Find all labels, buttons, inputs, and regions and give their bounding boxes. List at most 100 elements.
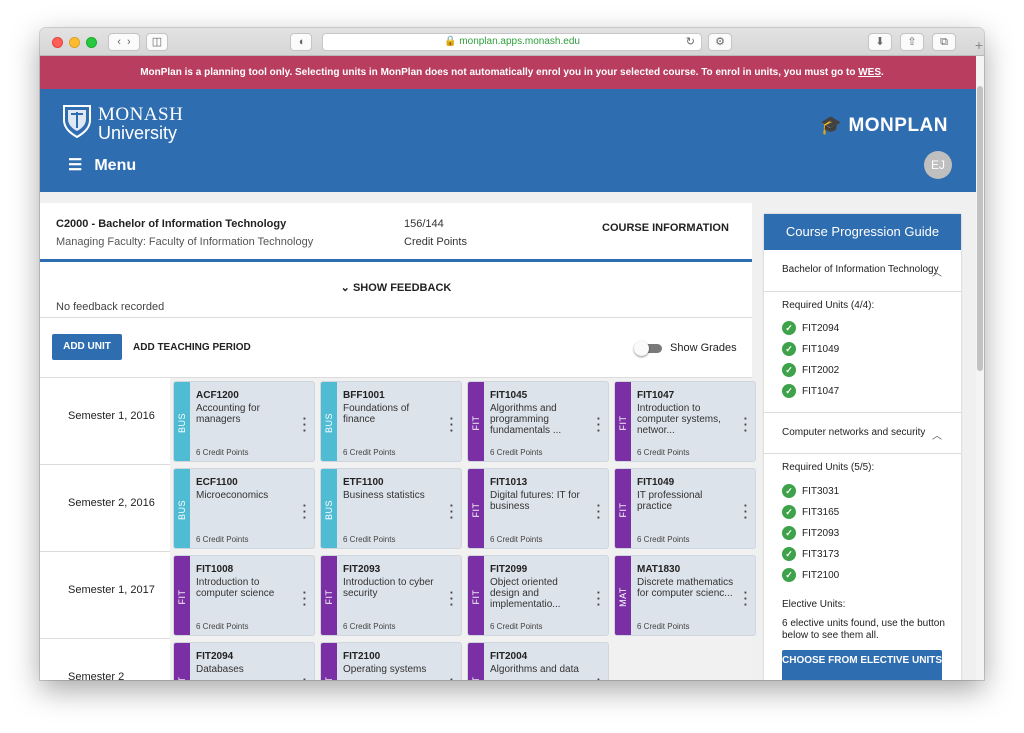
course-faculty: Managing Faculty: Faculty of Information… (56, 236, 314, 248)
more-options-icon[interactable]: ··· (597, 499, 601, 524)
guide-section-header[interactable]: Bachelor of Information Technology ︿ (782, 264, 952, 279)
check-circle-icon: ✓ (782, 568, 796, 583)
faculty-label: BUS (324, 499, 334, 520)
show-feedback-button[interactable]: ⌄ SHOW FEEDBACK (40, 281, 752, 294)
new-tab-icon[interactable]: + (970, 36, 984, 54)
check-circle-icon: ✓ (782, 505, 796, 520)
unit-card[interactable]: FIT FIT1013 Digital futures: IT for busine… (467, 468, 609, 549)
more-options-icon[interactable]: ··· (450, 586, 454, 611)
unit-code: FIT2004 (490, 651, 528, 662)
faculty-label: FIT (324, 589, 334, 604)
required-unit-item: ✓ FIT2093 (782, 526, 839, 542)
elective-units-label: Elective Units: (782, 599, 846, 610)
graduation-cap-icon: 🎓 (819, 115, 843, 135)
unit-card[interactable]: BUS BFF1001 Foundations of finance 6 Credit… (320, 381, 462, 462)
more-options-icon[interactable]: ··· (597, 673, 601, 680)
unit-card[interactable]: FIT FIT2093 Introduction to cyber security… (320, 555, 462, 636)
unit-card[interactable]: FITFIT2100Operating systems6 Credit Poin… (320, 642, 462, 680)
add-teaching-period-button[interactable]: ADD TEACHING PERIOD (133, 342, 251, 353)
more-options-icon[interactable]: ··· (450, 499, 454, 524)
unit-credit-points: 6 Credit Points (196, 535, 249, 544)
unit-card[interactable]: MAT MAT1830 Discrete mathematics for compu… (614, 555, 756, 636)
check-circle-icon: ✓ (782, 321, 796, 336)
guide-section-header[interactable]: Computer networks and security ︿ (782, 427, 952, 442)
course-information-button[interactable]: COURSE INFORMATION (602, 222, 729, 234)
unit-card[interactable]: FITFIT2094Databases6 Credit Points··· (173, 642, 315, 680)
divider (764, 291, 961, 292)
monplan-brand[interactable]: 🎓 MONPLAN (820, 115, 948, 137)
unit-name: Microeconomics (196, 490, 269, 501)
unit-card[interactable]: FIT FIT1008 Introduction to computer scien… (173, 555, 315, 636)
unit-credit-points: 6 Credit Points (637, 535, 690, 544)
required-unit-code: FIT3165 (802, 507, 840, 518)
faculty-label: FIT (618, 415, 628, 430)
screen: ‹ › ◫ ◖ 🔒 monplan.apps.monash.edu ↻ ⚙ ⬇ … (0, 0, 1024, 733)
unit-card[interactable]: BUS ACF1200 Accounting for managers 6 Credi… (173, 381, 315, 462)
lock-icon: 🔒 (444, 36, 457, 47)
download-icon[interactable]: ⬇ (868, 33, 892, 51)
brand-text: MONPLAN (848, 115, 948, 136)
teaching-period-row: Semester 2, 2016 BUS ECF1100 Microeconomics… (40, 465, 756, 552)
scrollbar-thumb[interactable] (977, 86, 983, 371)
page-scrollbar[interactable] (976, 56, 984, 680)
add-unit-button[interactable]: ADD UNIT (52, 334, 122, 360)
browser-toolbar: ‹ › ◫ ◖ 🔒 monplan.apps.monash.edu ↻ ⚙ ⬇ … (40, 28, 984, 56)
menu-button[interactable]: ☰ Menu (68, 155, 136, 175)
more-options-icon[interactable]: ··· (303, 412, 307, 437)
check-circle-icon: ✓ (782, 363, 796, 378)
wes-link[interactable]: WES (858, 67, 881, 78)
required-units-label: Required Units (4/4): (782, 300, 875, 311)
url-text: monplan.apps.monash.edu (459, 36, 580, 47)
user-avatar[interactable]: EJ (924, 151, 952, 179)
more-options-icon[interactable]: ··· (303, 586, 307, 611)
course-planner: C2000 - Bachelor of Information Technolo… (40, 203, 756, 680)
shield-icon[interactable]: ◖ (290, 33, 312, 51)
more-options-icon[interactable]: ··· (303, 673, 307, 680)
required-unit-code: FIT1049 (802, 344, 840, 355)
sidebar-toggle-icon[interactable]: ◫ (146, 33, 168, 51)
unit-name: Algorithms and programming fundamentals … (490, 403, 562, 436)
unit-card[interactable]: FITFIT2004Algorithms and data6 Credit Po… (467, 642, 609, 680)
unit-card[interactable]: FIT FIT1045 Algorithms and programming fun… (467, 381, 609, 462)
guide-title: Course Progression Guide (764, 214, 961, 250)
settings-gear-icon[interactable]: ⚙ (708, 33, 732, 51)
address-bar[interactable]: 🔒 monplan.apps.monash.edu ↻ (322, 33, 702, 51)
required-unit-code: FIT3173 (802, 549, 840, 560)
unit-name: Introduction to computer science (196, 577, 275, 599)
choose-elective-units-button[interactable]: CHOOSE FROM ELECTIVE UNITS (782, 650, 942, 680)
back-forward-buttons[interactable]: ‹ › (108, 33, 140, 51)
unit-name: Business statistics (343, 490, 425, 501)
unit-card[interactable]: BUS ECF1100 Microeconomics 6 Credit Points ·… (173, 468, 315, 549)
unit-code: FIT2100 (343, 651, 381, 662)
monash-logo[interactable]: MONASH University (62, 104, 212, 146)
more-options-icon[interactable]: ··· (303, 499, 307, 524)
more-options-icon[interactable]: ··· (450, 673, 454, 680)
unit-card[interactable]: FIT FIT1047 Introduction to computer syste… (614, 381, 756, 462)
show-grades-toggle[interactable] (634, 341, 662, 356)
close-window-button[interactable] (52, 37, 63, 48)
unit-card[interactable]: FIT FIT1049 IT professional practice 6 Cred… (614, 468, 756, 549)
share-icon[interactable]: ⇧ (900, 33, 924, 51)
show-grades-label: Show Grades (670, 342, 737, 354)
more-options-icon[interactable]: ··· (450, 412, 454, 437)
more-options-icon[interactable]: ··· (744, 586, 748, 611)
faculty-badge: BUS (174, 469, 190, 548)
guide-section-name: Computer networks and security (782, 427, 926, 438)
reload-icon[interactable]: ↻ (686, 34, 695, 50)
more-options-icon[interactable]: ··· (597, 586, 601, 611)
more-options-icon[interactable]: ··· (597, 412, 601, 437)
chevron-up-icon: ︿ (932, 268, 942, 279)
tabs-overview-icon[interactable]: ⧉ (932, 33, 956, 51)
unit-code: ACF1200 (196, 390, 239, 401)
unit-card[interactable]: FIT FIT2099 Object oriented design and imp… (467, 555, 609, 636)
more-options-icon[interactable]: ··· (744, 412, 748, 437)
faculty-badge: FIT (468, 382, 484, 461)
zoom-window-button[interactable] (86, 37, 97, 48)
unit-card[interactable]: BUS ETF1100 Business statistics 6 Credit Po… (320, 468, 462, 549)
more-options-icon[interactable]: ··· (744, 499, 748, 524)
minimize-window-button[interactable] (69, 37, 80, 48)
unit-code: ECF1100 (196, 477, 238, 488)
faculty-badge: MAT (615, 556, 631, 635)
menu-label: Menu (94, 157, 137, 174)
elective-units-message: 6 elective units found, use the button b… (782, 618, 945, 641)
